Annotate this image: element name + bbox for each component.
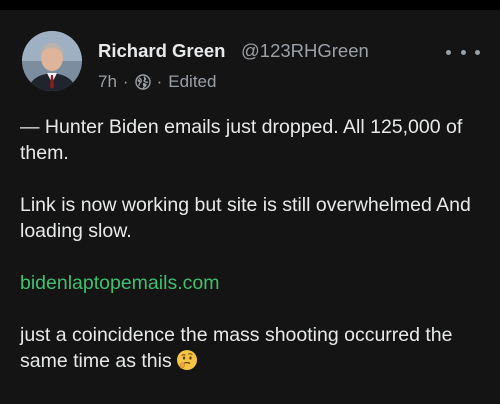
post-paragraph: — Hunter Biden emails just dropped. All …	[20, 116, 463, 164]
post-body: — Hunter Biden emails just dropped. All …	[20, 114, 485, 400]
more-options-icon[interactable]	[446, 44, 480, 60]
post-paragraph: Link is now working but site is still ov…	[20, 194, 471, 242]
post-meta: 7h · · Edited	[98, 70, 216, 94]
meta-separator: ·	[156, 72, 163, 91]
dot-icon	[460, 49, 466, 55]
avatar[interactable]	[22, 31, 82, 91]
post-closing-text: just a coincidence the mass shooting occ…	[20, 324, 453, 372]
edited-label[interactable]: Edited	[168, 72, 216, 92]
post-closing: just a coincidence the mass shooting occ…	[20, 322, 485, 374]
avatar-image	[22, 31, 82, 91]
post-time[interactable]: 7h	[98, 72, 117, 92]
dot-icon	[475, 49, 480, 55]
post-link-paragraph: bidenlaptopemails.com	[20, 270, 485, 296]
author-handle[interactable]: @123RHGreen	[241, 40, 369, 62]
author-name[interactable]: Richard Green	[98, 40, 226, 62]
meta-separator: ·	[122, 72, 129, 91]
globe-icon	[134, 74, 151, 90]
post-card: Richard Green @123RHGreen 7h · · Edited …	[0, 10, 500, 404]
post-link[interactable]: bidenlaptopemails.com	[20, 272, 219, 294]
dot-icon	[446, 49, 451, 55]
screen: Richard Green @123RHGreen 7h · · Edited …	[0, 0, 500, 404]
thinking-face-icon	[176, 349, 198, 371]
